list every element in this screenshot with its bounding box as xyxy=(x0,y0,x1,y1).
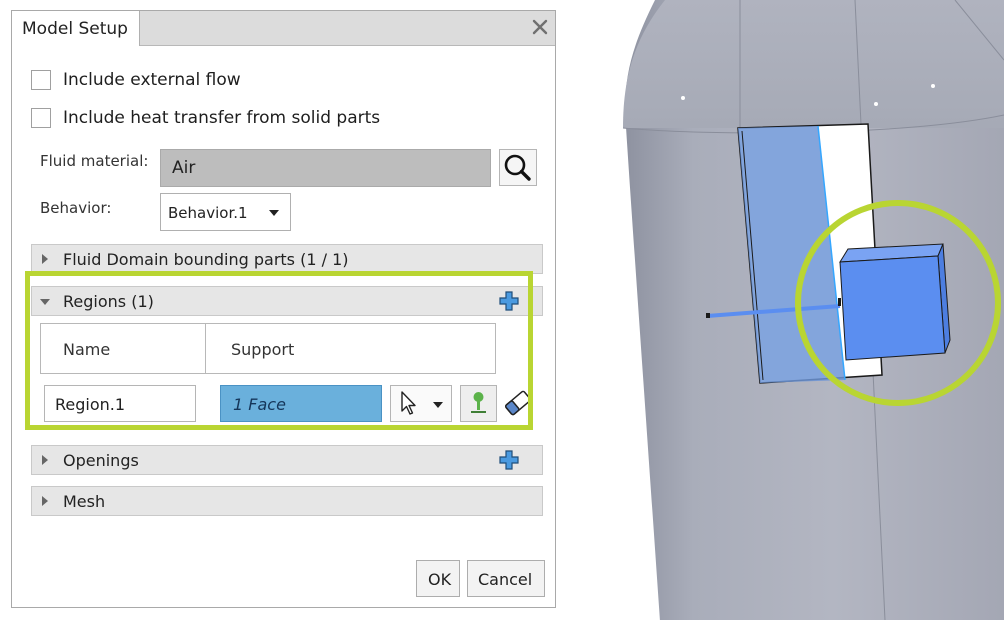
ok-button-label: OK xyxy=(428,570,452,589)
expand-arrow-icon xyxy=(42,455,48,465)
heat-transfer-label: Include heat transfer from solid parts xyxy=(63,108,381,128)
fluid-material-field[interactable]: Air xyxy=(160,149,491,187)
section-mesh-label: Mesh xyxy=(63,492,106,511)
model-view xyxy=(622,0,1004,620)
tab-model-setup[interactable]: Model Setup xyxy=(12,11,140,46)
section-openings[interactable]: Openings xyxy=(31,445,543,475)
dialog-titlebar: Model Setup xyxy=(12,11,555,46)
section-openings-label: Openings xyxy=(63,451,139,470)
behavior-label: Behavior: xyxy=(40,199,112,217)
fluid-material-value: Air xyxy=(172,158,196,178)
external-flow-label: Include external flow xyxy=(63,70,241,90)
3d-viewport[interactable] xyxy=(555,0,1004,620)
heat-transfer-checkbox[interactable] xyxy=(31,108,51,128)
regions-highlight-frame xyxy=(25,271,533,430)
external-flow-checkbox[interactable] xyxy=(31,70,51,90)
close-icon[interactable] xyxy=(528,15,552,39)
expand-arrow-icon xyxy=(42,496,48,506)
section-bounding-parts-label: Fluid Domain bounding parts (1 / 1) xyxy=(63,250,349,269)
section-mesh[interactable]: Mesh xyxy=(31,486,543,516)
section-bounding-parts[interactable]: Fluid Domain bounding parts (1 / 1) xyxy=(31,244,543,274)
behavior-value: Behavior.1 xyxy=(168,204,248,222)
cancel-button-label: Cancel xyxy=(478,570,533,589)
expand-arrow-icon xyxy=(42,254,48,264)
search-material-button[interactable] xyxy=(499,149,537,186)
search-icon xyxy=(504,154,531,181)
behavior-dropdown[interactable]: Behavior.1 xyxy=(160,193,291,231)
tab-title: Model Setup xyxy=(22,19,128,39)
chevron-down-icon xyxy=(269,210,279,216)
ok-button[interactable]: OK xyxy=(416,560,460,597)
add-opening-icon[interactable] xyxy=(499,450,519,470)
cancel-button[interactable]: Cancel xyxy=(467,560,545,597)
fluid-material-label: Fluid material: xyxy=(40,152,149,170)
